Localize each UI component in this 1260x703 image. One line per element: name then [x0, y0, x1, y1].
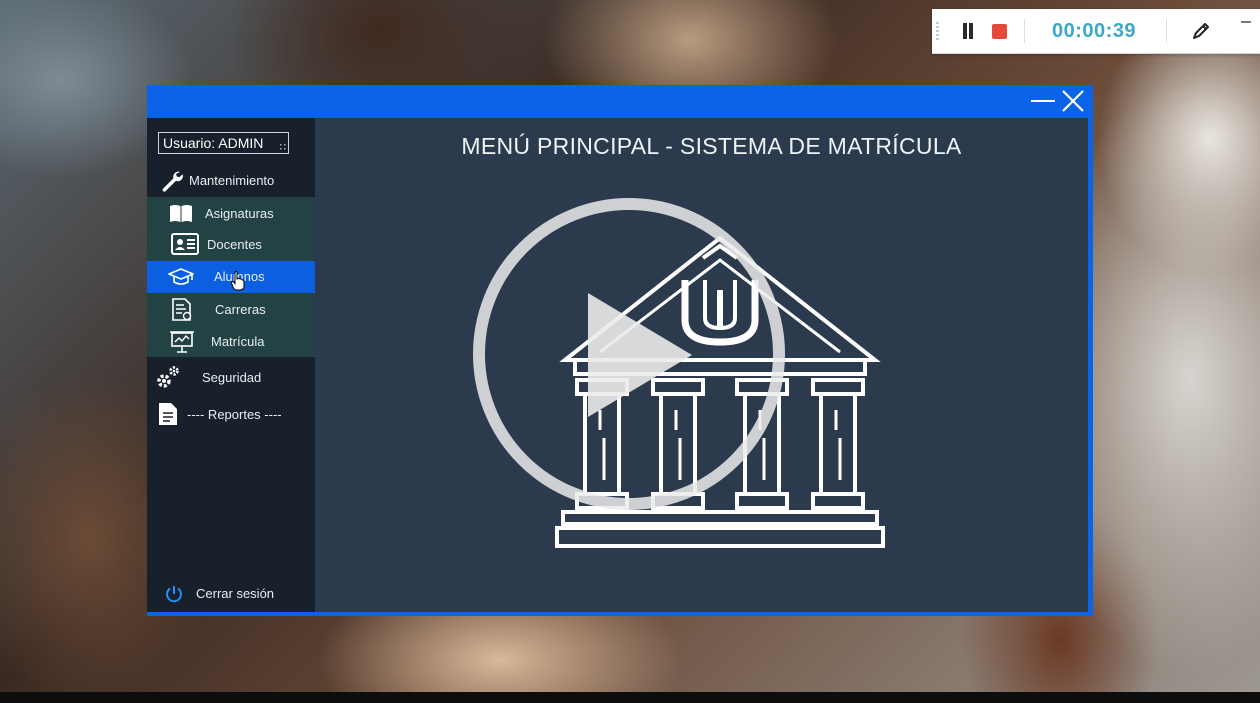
- submenu-item-docentes[interactable]: Docentes: [147, 229, 315, 261]
- pen-icon[interactable]: [1190, 20, 1212, 42]
- file-icon: [159, 403, 177, 425]
- minimize-icon[interactable]: [1240, 13, 1252, 25]
- drag-handle[interactable]: [936, 22, 939, 40]
- app-window: Usuario: ADMIN Mantenimiento Asignaturas: [147, 85, 1093, 616]
- divider: [1024, 19, 1025, 43]
- sidebar: Usuario: ADMIN Mantenimiento Asignaturas: [147, 118, 315, 612]
- user-label: Usuario: ADMIN: [158, 132, 289, 154]
- menu-seguridad[interactable]: Seguridad: [147, 362, 315, 394]
- submenu-item-matricula[interactable]: Matrícula: [147, 326, 315, 358]
- recording-timer: 00:00:39: [1052, 20, 1137, 42]
- bottom-bar: [0, 692, 1260, 703]
- id-card-icon: [171, 233, 199, 255]
- pause-icon[interactable]: [961, 23, 975, 39]
- gears-icon: [157, 366, 179, 388]
- resize-grip-icon: [280, 144, 286, 150]
- menu-mantenimiento[interactable]: Mantenimiento: [147, 165, 315, 197]
- title-bar[interactable]: [147, 85, 1093, 118]
- submenu-item-label: Carreras: [215, 302, 266, 317]
- document-icon: [172, 298, 192, 321]
- wrench-icon: [162, 171, 183, 192]
- main-panel: MENÚ PRINCIPAL - SISTEMA DE MATRÍCULA: [315, 118, 1088, 612]
- submenu-item-label: Matrícula: [211, 334, 265, 349]
- book-icon: [170, 205, 192, 222]
- logout-button[interactable]: Cerrar sesión: [147, 578, 315, 610]
- submenu-item-label: Docentes: [207, 237, 262, 252]
- menu-reportes-label: ---- Reportes ----: [187, 407, 282, 422]
- minimize-icon[interactable]: [1031, 94, 1055, 108]
- play-icon[interactable]: [470, 195, 788, 513]
- page-title: MENÚ PRINCIPAL - SISTEMA DE MATRÍCULA: [461, 133, 962, 159]
- menu-seguridad-label: Seguridad: [202, 370, 262, 385]
- menu-mantenimiento-label: Mantenimiento: [189, 173, 275, 188]
- close-icon[interactable]: [1061, 89, 1085, 113]
- power-icon: [166, 586, 182, 603]
- submenu-item-carreras[interactable]: Carreras: [147, 294, 315, 326]
- graduation-cap-icon: [168, 268, 194, 285]
- stop-icon[interactable]: [992, 24, 1007, 39]
- menu-reportes[interactable]: ---- Reportes ----: [147, 399, 315, 431]
- presentation-board-icon: [170, 331, 194, 353]
- submenu-item-label: Asignaturas: [205, 206, 274, 221]
- hand-cursor-icon: [231, 271, 245, 291]
- submenu-item-asignaturas[interactable]: Asignaturas: [147, 198, 315, 230]
- logout-label: Cerrar sesión: [196, 586, 275, 601]
- divider: [1166, 19, 1167, 43]
- screen-recorder-widget: 00:00:39: [932, 9, 1260, 54]
